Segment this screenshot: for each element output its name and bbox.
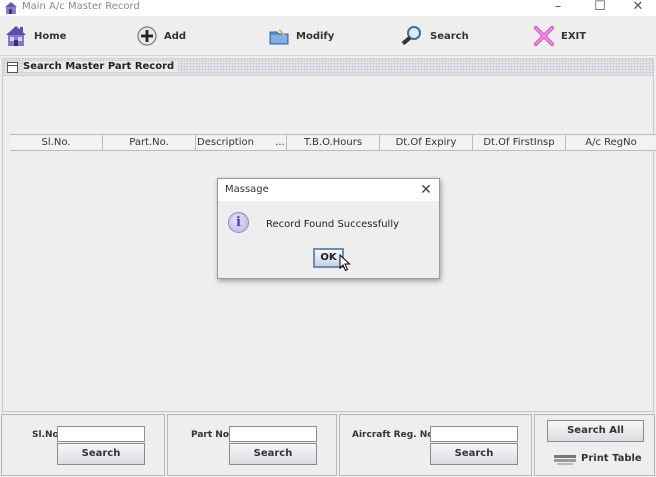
partno-input[interactable]	[229, 426, 317, 442]
window-title: Main A/c Master Record	[22, 1, 140, 12]
window-close-button[interactable]: ✕	[618, 0, 656, 16]
column-header-tbo-hours[interactable]: T.B.O.Hours	[287, 135, 380, 150]
home-label: Home	[34, 30, 67, 42]
column-header-partno[interactable]: Part.No.	[103, 135, 196, 150]
slno-input[interactable]	[57, 426, 145, 442]
panel-title: Search Master Part Record	[23, 61, 179, 72]
window-titlebar: Main A/c Master Record – ☐ ✕	[0, 0, 656, 16]
aircraft-search-button[interactable]: Search	[430, 443, 518, 465]
folder-edit-icon	[269, 29, 289, 45]
search-label: Search	[430, 30, 469, 42]
partno-search-button[interactable]: Search	[229, 443, 317, 465]
print-table-label: Print Table	[581, 452, 642, 464]
window-frame-icon	[7, 62, 18, 73]
dialog-close-button[interactable]: ✕	[416, 181, 436, 199]
results-table-header: Sl.No. Part.No. Description ... T.B.O.Ho…	[10, 134, 656, 151]
exit-label: EXIT	[561, 30, 587, 42]
plus-icon	[137, 26, 157, 46]
dialog-title: Massage	[225, 184, 269, 195]
search-all-button[interactable]: Search All	[547, 420, 644, 442]
column-header-truncated[interactable]: ...	[274, 135, 287, 150]
search-toolbar-button[interactable]: Search	[400, 16, 469, 56]
app-house-icon	[5, 2, 17, 14]
mouse-pointer-icon	[339, 254, 351, 272]
message-dialog: Massage ✕ i Record Found Successfully OK	[217, 178, 440, 279]
home-button[interactable]: Home	[4, 16, 66, 56]
dialog-message: Record Found Successfully	[266, 219, 400, 230]
partno-label: Part No.	[191, 430, 233, 440]
panel-header: Search Master Part Record	[2, 58, 654, 76]
maximize-button[interactable]: ☐	[580, 0, 620, 16]
cross-icon	[534, 26, 554, 46]
aircraft-regno-label: Aircraft Reg. No.	[352, 430, 437, 440]
printer-icon	[554, 455, 576, 465]
column-header-first-insp[interactable]: Dt.Of FirstInsp	[473, 135, 566, 150]
column-header-ac-regno[interactable]: A/c RegNo	[566, 135, 656, 150]
aircraft-regno-input[interactable]	[430, 426, 518, 442]
magnifier-icon	[401, 26, 421, 46]
info-icon: i	[228, 212, 249, 233]
house-icon	[6, 26, 26, 46]
print-table-button[interactable]: Print Table	[553, 448, 642, 468]
exit-button[interactable]: EXIT	[533, 16, 586, 56]
add-button[interactable]: Add	[136, 16, 186, 56]
add-label: Add	[164, 30, 187, 42]
modify-label: Modify	[296, 30, 335, 42]
column-header-description[interactable]: Description	[196, 135, 274, 150]
slno-search-button[interactable]: Search	[57, 443, 145, 465]
column-header-expiry[interactable]: Dt.Of Expiry	[380, 135, 473, 150]
toolbar: Home Add Modify Search EXIT	[0, 16, 656, 56]
modify-button[interactable]: Modify	[268, 16, 334, 56]
dialog-titlebar: Massage ✕	[218, 179, 439, 201]
minimize-button[interactable]: –	[538, 0, 578, 16]
column-header-slno[interactable]: Sl.No.	[10, 135, 103, 150]
